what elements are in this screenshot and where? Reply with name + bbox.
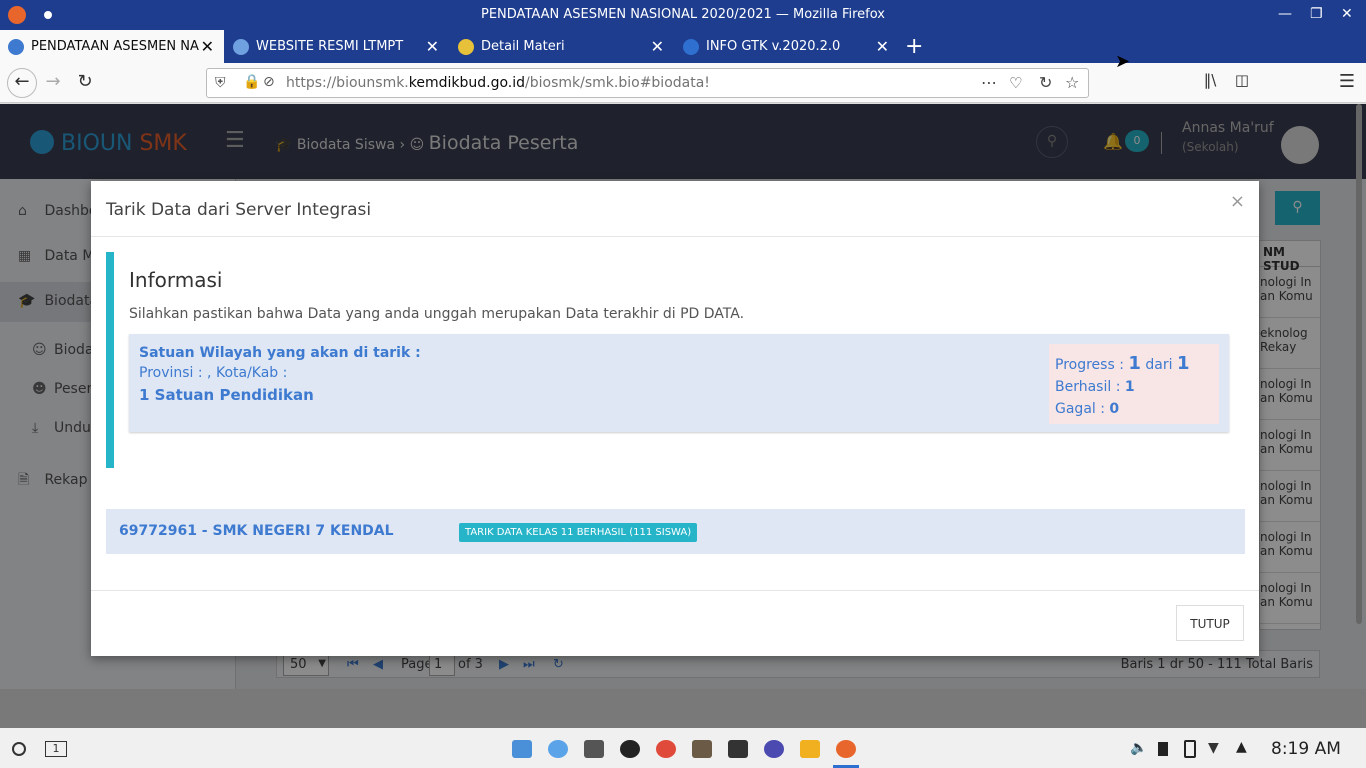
permissions-icon[interactable]: ⊘ xyxy=(263,74,275,90)
tab-detail-materi[interactable]: Detail Materi ✕ xyxy=(450,30,674,63)
info-text: Silahkan pastikan bahwa Data yang anda u… xyxy=(129,306,745,322)
monitor-icon[interactable] xyxy=(764,740,784,758)
modal-dialog: Tarik Data dari Server Integrasi × Infor… xyxy=(91,181,1259,656)
back-arrow-icon[interactable]: ← xyxy=(7,68,37,98)
skype-icon[interactable] xyxy=(620,740,640,758)
school-row: 69772961 - SMK NEGERI 7 KENDAL TARIK DAT… xyxy=(106,509,1245,554)
gagal-line: Gagal : 0 xyxy=(1055,401,1120,417)
lock-icon[interactable]: 🔒 xyxy=(243,74,260,90)
info-heading: Informasi xyxy=(129,268,223,292)
reload-small-icon[interactable]: ↻ xyxy=(1039,73,1052,92)
close-tab-icon[interactable]: ✕ xyxy=(876,37,889,56)
url-path: /biosmk/smk.bio#biodata! xyxy=(525,75,710,91)
tab-bar: PENDATAAN ASESMEN NA ✕ WEBSITE RESMI LTM… xyxy=(0,30,1366,63)
launcher-icon[interactable] xyxy=(12,742,26,756)
wilayah-satuan: 1 Satuan Pendidikan xyxy=(139,386,314,404)
gimp-icon[interactable] xyxy=(692,740,712,758)
divider xyxy=(91,236,1259,237)
progress-line: Progress : 1 dari 1 xyxy=(1055,353,1190,374)
shield-icon[interactable]: ⛨ xyxy=(215,75,226,91)
bookmark-star-icon[interactable]: ☆ xyxy=(1065,73,1079,92)
close-button[interactable]: TUTUP xyxy=(1176,605,1244,641)
media-icon[interactable] xyxy=(800,740,820,758)
terminal-icon[interactable] xyxy=(584,740,604,758)
wilayah-province: Provinsi : , Kota/Kab : xyxy=(139,365,288,381)
close-window-button[interactable]: ✕ xyxy=(1341,6,1353,22)
tab-ltmpt[interactable]: WEBSITE RESMI LTMPT ✕ xyxy=(225,30,449,63)
sidebar-toggle-icon[interactable]: ◫ xyxy=(1230,71,1254,89)
tutwuri-favicon-icon xyxy=(8,39,24,55)
hamburger-menu-icon[interactable]: ☰ xyxy=(1335,71,1359,92)
inkscape-icon[interactable] xyxy=(728,740,748,758)
url-domain: kemdikbud.go.id xyxy=(408,75,526,91)
divider xyxy=(91,590,1259,591)
battery-icon[interactable] xyxy=(1158,742,1168,756)
chrome-icon[interactable] xyxy=(656,740,676,758)
window-title: PENDATAAN ASESMEN NASIONAL 2020/2021 — M… xyxy=(481,7,885,22)
callout-accent-bar xyxy=(106,252,114,468)
firefox-taskbar-icon[interactable] xyxy=(836,740,856,758)
forward-arrow-icon[interactable]: → xyxy=(41,71,65,92)
berhasil-line: Berhasil : 1 xyxy=(1055,379,1135,395)
minimize-button[interactable]: — xyxy=(1278,6,1292,22)
tab-pendataan[interactable]: PENDATAAN ASESMEN NA ✕ xyxy=(0,30,224,63)
new-tab-button[interactable]: + xyxy=(905,34,923,59)
close-tab-icon[interactable]: ✕ xyxy=(651,37,664,56)
url-bar[interactable]: ⛨ 🔒 ⊘ https://biounsmk.kemdikbud.go.id/b… xyxy=(206,68,1089,98)
page-actions-icon[interactable]: ⋯ xyxy=(981,73,997,92)
pocket-icon[interactable]: ♡ xyxy=(1009,74,1022,92)
info-favicon-icon xyxy=(683,39,699,55)
tab-label: WEBSITE RESMI LTMPT xyxy=(256,39,404,54)
phone-icon[interactable] xyxy=(1184,740,1196,758)
navigation-toolbar: ← → ↻ ⛨ 🔒 ⊘ https://biounsmk.kemdikbud.g… xyxy=(0,63,1366,154)
tab-label: PENDATAAN ASESMEN NA xyxy=(31,39,199,54)
clock[interactable]: 8:19 AM xyxy=(1271,739,1341,759)
close-tab-icon[interactable]: ✕ xyxy=(201,37,214,56)
taskbar: 1 🔈 ▼ ▲ 8:19 AM xyxy=(0,728,1366,768)
close-tab-icon[interactable]: ✕ xyxy=(426,37,439,56)
tab-info-gtk[interactable]: INFO GTK v.2020.2.0 ✕ xyxy=(675,30,899,63)
info-callout: Informasi Silahkan pastikan bahwa Data y… xyxy=(106,252,1245,468)
maximize-button[interactable]: ❐ xyxy=(1310,6,1323,22)
screenshot-icon[interactable] xyxy=(548,740,568,758)
tutwuri-favicon-icon xyxy=(233,39,249,55)
tray-expand-icon[interactable]: ▲ xyxy=(1236,739,1247,755)
school-name: 69772961 - SMK NEGERI 7 KENDAL xyxy=(119,523,394,539)
modal-title: Tarik Data dari Server Integrasi xyxy=(106,200,372,220)
window-titlebar: PENDATAAN ASESMEN NASIONAL 2020/2021 — M… xyxy=(0,0,1366,30)
library-icon[interactable]: ‖\ xyxy=(1198,71,1222,89)
status-badge: TARIK DATA KELAS 11 BERHASIL (111 SISWA) xyxy=(459,523,698,542)
files-icon[interactable] xyxy=(512,740,532,758)
emblem-favicon-icon xyxy=(458,39,474,55)
workspace-indicator[interactable]: 1 xyxy=(45,741,67,757)
close-icon[interactable]: × xyxy=(1230,191,1245,212)
wifi-icon[interactable]: ▼ xyxy=(1208,740,1219,756)
progress-panel: Progress : 1 dari 1 Berhasil : 1 Gagal :… xyxy=(1049,344,1219,424)
tab-label: INFO GTK v.2020.2.0 xyxy=(706,39,841,54)
mouse-cursor-icon: ➤ xyxy=(1115,51,1131,72)
wilayah-panel: Satuan Wilayah yang akan di tarik : Prov… xyxy=(129,334,1229,432)
url-prefix: https://biounsmk. xyxy=(286,75,409,91)
wilayah-heading: Satuan Wilayah yang akan di tarik : xyxy=(139,345,421,361)
reload-icon[interactable]: ↻ xyxy=(73,71,97,92)
volume-icon[interactable]: 🔈 xyxy=(1130,740,1147,756)
tab-label: Detail Materi xyxy=(481,39,565,54)
